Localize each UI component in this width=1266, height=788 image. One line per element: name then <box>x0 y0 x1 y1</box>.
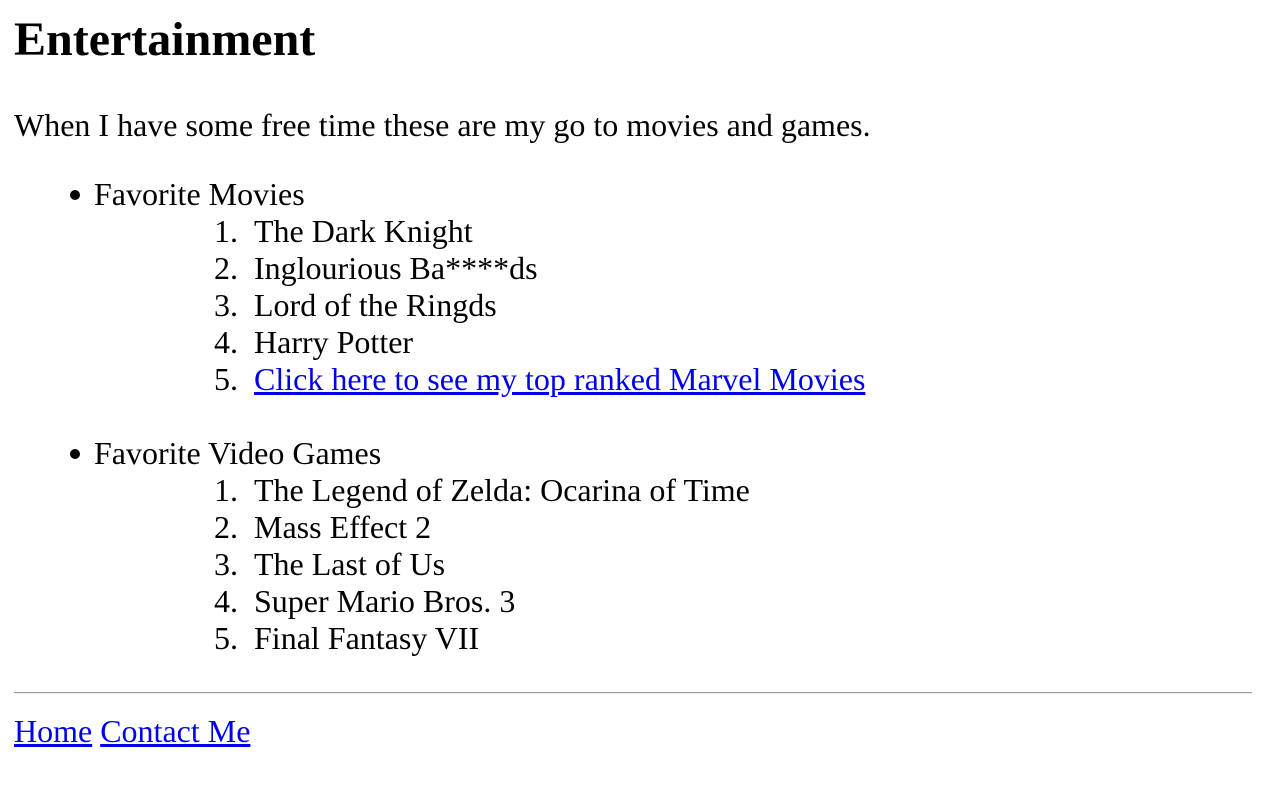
game-title: The Legend of Zelda: Ocarina of Time <box>254 472 750 508</box>
list-item: 2 Mass Effect 2 <box>94 509 1252 546</box>
item-number: 5 <box>94 620 246 657</box>
section-heading-movies: Favorite Movies <box>94 176 305 212</box>
section-favorite-video-games: Favorite Video Games 1 The Legend of Zel… <box>14 435 1252 657</box>
page-title: Entertainment <box>14 13 316 66</box>
games-list: 1 The Legend of Zelda: Ocarina of Time 2… <box>94 472 1252 657</box>
section-heading-games: Favorite Video Games <box>94 435 382 471</box>
bullet-icon <box>70 449 80 459</box>
list-item: 1 The Dark Knight <box>94 213 1252 250</box>
item-number: 4 <box>94 324 246 361</box>
game-title: Super Mario Bros. 3 <box>254 583 516 619</box>
footer-divider <box>14 692 1252 694</box>
movie-title: Harry Potter <box>254 324 414 360</box>
list-item: 4 Harry Potter <box>94 324 1252 361</box>
footer-nav: Home Contact Me <box>14 713 1252 750</box>
movies-list: 1 The Dark Knight 2 Inglourious Ba****ds… <box>94 213 1252 398</box>
list-item: 5 Click here to see my top ranked Marvel… <box>94 361 1252 398</box>
favorites-list: Favorite Movies 1 The Dark Knight 2 Ingl… <box>14 176 1252 657</box>
marvel-movies-link[interactable]: Click here to see my top ranked Marvel M… <box>254 361 865 397</box>
movie-title: Lord of the Ringds <box>254 287 497 323</box>
item-number: 3 <box>94 287 246 324</box>
intro-paragraph: When I have some free time these are my … <box>14 107 871 143</box>
list-item: 1 The Legend of Zelda: Ocarina of Time <box>94 472 1252 509</box>
section-favorite-movies: Favorite Movies 1 The Dark Knight 2 Ingl… <box>14 176 1252 398</box>
game-title: Final Fantasy VII <box>254 620 480 656</box>
list-item: 3 The Last of Us <box>94 546 1252 583</box>
list-item: 4 Super Mario Bros. 3 <box>94 583 1252 620</box>
game-title: The Last of Us <box>254 546 446 582</box>
item-number: 1 <box>94 213 246 250</box>
item-number: 5 <box>94 361 246 398</box>
contact-me-link[interactable]: Contact Me <box>100 713 250 749</box>
list-item: 3 Lord of the Ringds <box>94 287 1252 324</box>
item-number: 2 <box>94 509 246 546</box>
item-number: 3 <box>94 546 246 583</box>
movie-title: Inglourious Ba****ds <box>254 250 538 286</box>
movie-title: The Dark Knight <box>254 213 473 249</box>
page-body: Entertainment When I have some free time… <box>0 12 1266 750</box>
game-title: Mass Effect 2 <box>254 509 432 545</box>
home-link[interactable]: Home <box>14 713 92 749</box>
list-item: 2 Inglourious Ba****ds <box>94 250 1252 287</box>
item-number: 4 <box>94 583 246 620</box>
item-number: 1 <box>94 472 246 509</box>
item-number: 2 <box>94 250 246 287</box>
list-item: 5 Final Fantasy VII <box>94 620 1252 657</box>
bullet-icon <box>70 190 80 200</box>
